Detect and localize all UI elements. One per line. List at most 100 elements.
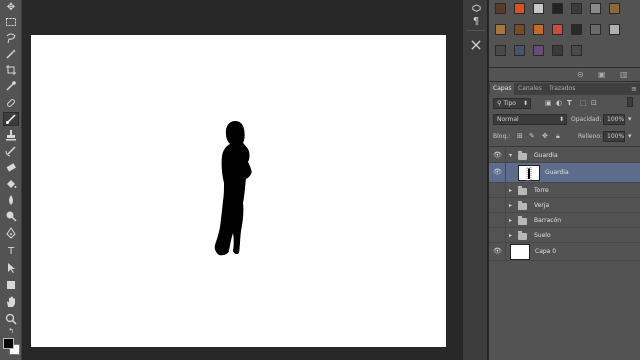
swap-colors-icon[interactable]: ↰ [3,326,19,336]
layer-row[interactable]: ▸ Verja [489,198,640,213]
tab-canales[interactable]: Canales [515,83,545,95]
visibility-cell[interactable]: 👁︎ [489,243,506,260]
layer-row[interactable]: ▸ Torre [489,183,640,198]
expanded-arrow-icon[interactable]: ▾ [509,148,512,163]
healing-brush-tool-icon[interactable] [3,96,19,110]
layer-name: Guardia [534,152,558,159]
style-swatch[interactable] [552,45,563,56]
style-swatch[interactable] [571,3,582,14]
style-swatch[interactable] [495,24,506,35]
layer-row[interactable]: ▸ Barracón [489,213,640,228]
history-brush-tool-icon[interactable] [3,144,19,158]
chevron-down-icon: ⬍ [522,100,528,107]
visibility-cell[interactable] [489,198,506,212]
style-swatch[interactable] [552,3,563,14]
paragraph-panel-icon[interactable]: ¶ [469,14,483,28]
eraser-tool-icon[interactable] [3,160,19,174]
clone-stamp-tool-icon[interactable] [3,128,19,142]
chevron-down-icon[interactable]: ▾ [628,131,632,142]
style-swatch[interactable] [609,24,620,35]
eyedropper-tool-icon[interactable] [3,79,19,93]
style-swatch[interactable] [533,24,544,35]
delete-style-icon[interactable]: ▥ [620,70,628,79]
magic-wand-tool-icon[interactable] [3,47,19,61]
folder-icon [518,151,527,160]
chevron-down-icon[interactable]: ▾ [628,114,632,125]
filter-smart-object-icon[interactable]: ⊡ [591,98,597,109]
blend-mode-select[interactable]: Normal ⬍ [493,114,567,125]
lasso-tool-icon[interactable] [3,31,19,45]
tools-panel: ✥ T ↰ [0,0,22,360]
shape-tool-icon[interactable] [3,278,19,292]
panel-menu-icon[interactable]: ≡ [631,83,637,95]
filter-type-select[interactable]: ⚲ Tipo ⬍ [493,98,531,109]
filter-toggle-switch[interactable] [627,97,633,107]
style-swatch[interactable] [533,45,544,56]
lock-position-icon[interactable]: ✥ [542,131,548,142]
style-swatch[interactable] [514,24,525,35]
tab-capas[interactable]: Capas [490,83,515,95]
photoshop-window: ✥ T ↰ ¶ ⊝ ▣ ▥ Capas Canales Trazados ≡ ⚲… [0,0,640,360]
blur-tool-icon[interactable] [3,193,19,207]
eye-icon[interactable]: 👁︎ [493,168,502,177]
dodge-tool-icon[interactable] [3,209,19,223]
visibility-cell[interactable]: 👁︎ [489,148,506,162]
hand-tool-icon[interactable] [3,295,19,309]
eye-icon[interactable]: 👁︎ [493,151,502,160]
filter-pixel-icon[interactable]: ▣ [545,98,552,109]
filter-shape-icon[interactable]: ⬚ [580,98,587,109]
style-swatch[interactable] [514,45,525,56]
tool-presets-icon[interactable] [469,38,483,52]
collapsed-arrow-icon[interactable]: ▸ [509,228,512,243]
visibility-cell[interactable] [489,213,506,227]
brush-tool-icon[interactable] [3,112,19,126]
style-swatch[interactable] [609,3,620,14]
eye-icon[interactable]: 👁︎ [493,247,502,256]
styles-footer: ⊝ ▣ ▥ [489,69,640,82]
path-selection-tool-icon[interactable] [3,261,19,275]
fill-field[interactable]: 100% [603,131,625,142]
lock-transparency-icon[interactable]: ⊞ [517,131,523,142]
marquee-tool-icon[interactable] [3,15,19,29]
type-tool-icon[interactable]: T [3,244,19,258]
layer-name: Guardia [545,169,569,176]
style-swatch[interactable] [533,3,544,14]
zoom-tool-icon[interactable] [3,312,19,326]
style-swatch[interactable] [590,3,601,14]
lock-pixels-icon[interactable]: ✎ [529,131,535,142]
opacity-field[interactable]: 100% [603,114,625,125]
layer-row[interactable]: 👁︎ Capa 0 [489,243,640,261]
layer-row-selected[interactable]: 👁︎ Guardia [489,163,640,183]
visibility-cell[interactable] [489,228,506,242]
tab-trazados[interactable]: Trazados [546,83,578,95]
collapsed-arrow-icon[interactable]: ▸ [509,213,512,228]
filter-type-icon[interactable]: T [567,98,572,109]
right-panel: ⊝ ▣ ▥ Capas Canales Trazados ≡ ⚲ Tipo ⬍ ▣… [489,0,640,360]
style-swatch[interactable] [514,3,525,14]
style-swatch[interactable] [571,24,582,35]
opacity-label: Opacidad: [571,116,602,123]
visibility-cell[interactable] [489,183,506,197]
visibility-cell[interactable]: 👁︎ [489,163,506,182]
folder-icon[interactable]: ⊝ [577,70,584,79]
filter-adjustment-icon[interactable]: ◐ [556,98,562,109]
style-swatch[interactable] [495,45,506,56]
layer-row[interactable]: ▸ Suelo [489,228,640,243]
collapsed-arrow-icon[interactable]: ▸ [509,198,512,213]
document-canvas[interactable] [31,35,446,347]
layer-thumbnail [518,165,540,182]
lock-all-icon[interactable]: 🔒︎ [556,131,560,142]
style-swatch[interactable] [571,45,582,56]
pen-tool-icon[interactable] [3,226,19,240]
layer-row[interactable]: 👁︎ ▾ Guardia [489,148,640,163]
new-style-icon[interactable]: ▣ [598,70,606,79]
foreground-color-swatch[interactable] [3,338,14,349]
paint-bucket-tool-icon[interactable] [3,177,19,191]
crop-tool-icon[interactable] [3,63,19,77]
style-swatch[interactable] [495,3,506,14]
style-swatch[interactable] [552,24,563,35]
move-tool-icon[interactable]: ✥ [3,0,19,14]
styles-panel [489,0,640,68]
collapsed-arrow-icon[interactable]: ▸ [509,183,512,198]
style-swatch[interactable] [590,24,601,35]
